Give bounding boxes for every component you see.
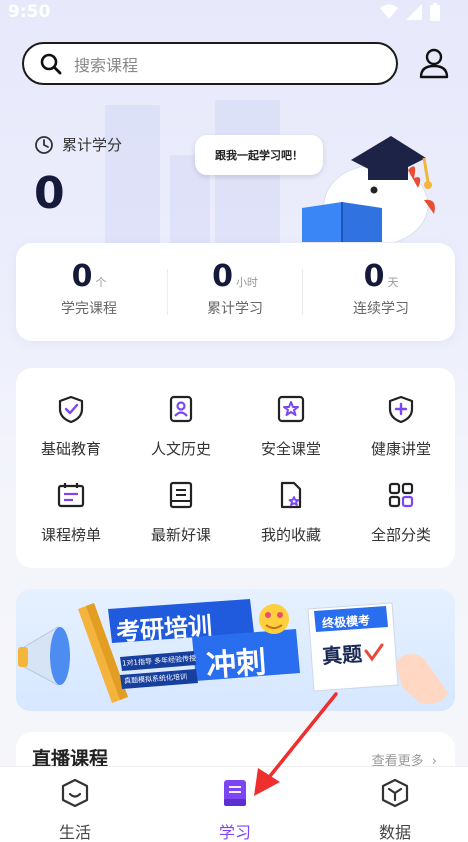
star-square-icon <box>277 395 305 423</box>
book-icon <box>224 780 246 806</box>
category-label: 我的收藏 <box>260 526 321 544</box>
stat-unit: 个 <box>95 276 107 289</box>
status-icons <box>380 3 440 21</box>
grid-icon <box>388 482 414 508</box>
search-placeholder: 搜索课程 <box>74 55 139 75</box>
category-label: 课程榜单 <box>40 526 101 544</box>
banner-title-main: 考研培训 <box>115 611 214 647</box>
stat-value: 0 <box>363 259 385 294</box>
credit-value: 0 <box>34 168 65 219</box>
category-safety-class[interactable]: 安全课堂 <box>236 394 346 459</box>
bottom-nav: 生活 学习 数据 <box>0 766 468 842</box>
search-icon <box>40 53 62 74</box>
stat-label: 连续学习 <box>353 301 409 317</box>
banner-card-top: 终极模考 <box>321 613 371 631</box>
stat-study-hours[interactable]: 0 小时 累计学习 <box>162 259 308 318</box>
smile-icon <box>61 778 89 808</box>
stat-label: 累计学习 <box>207 301 263 317</box>
category-label: 最新好课 <box>150 526 211 544</box>
stat-completed-courses[interactable]: 0个 学完课程 <box>16 259 162 318</box>
search-input[interactable]: 搜索课程 <box>22 42 398 85</box>
clock-icon <box>35 135 53 154</box>
shield-check-icon <box>58 395 84 424</box>
category-basic-education[interactable]: 基础教育 <box>16 394 126 459</box>
nav-tab-study[interactable]: 学习 <box>175 777 295 842</box>
nav-tab-label: 数据 <box>378 823 411 842</box>
doc-star-icon <box>280 481 302 509</box>
credit-label-row: 累计学分 <box>34 134 122 155</box>
category-my-favorites[interactable]: 我的收藏 <box>236 480 346 545</box>
nav-tab-life[interactable]: 生活 <box>15 777 135 842</box>
category-label: 安全课堂 <box>260 440 321 458</box>
category-health-lecture[interactable]: 健康讲堂 <box>346 394 456 459</box>
category-course-ranking[interactable]: 课程榜单 <box>16 480 126 545</box>
shield-plus-icon <box>388 395 414 424</box>
status-time: 9:50 <box>8 2 51 22</box>
profile-icon[interactable] <box>418 46 450 80</box>
category-all[interactable]: 全部分类 <box>346 480 456 545</box>
banner-card-main: 真题 <box>321 641 363 669</box>
category-label: 全部分类 <box>370 526 431 544</box>
status-bar: 9:50 <box>0 0 468 26</box>
signal-icon <box>406 4 422 20</box>
nav-tab-label: 生活 <box>58 823 91 842</box>
speech-bubble-text: 跟我一起学习吧！ <box>215 149 303 162</box>
calendar-list-icon <box>57 483 85 508</box>
stat-unit: 小时 <box>235 276 258 289</box>
stat-value: 0 <box>212 259 233 294</box>
cube-icon <box>381 778 409 808</box>
book-icon <box>169 481 193 509</box>
category-label: 人文历史 <box>150 440 211 458</box>
stat-value: 0 <box>71 259 93 294</box>
category-new-courses[interactable]: 最新好课 <box>126 480 236 545</box>
stat-streak-days[interactable]: 0天 连续学习 <box>308 259 454 318</box>
nav-tab-label: 学习 <box>218 823 251 842</box>
background-building <box>105 105 160 245</box>
banner-title-sub: 冲刺 <box>205 644 268 685</box>
promo-banner[interactable]: 考研培训 冲刺 1对1指导 多年经验传授 真题模拟系统化培训 终极模考 真题 <box>16 589 455 711</box>
portrait-icon <box>169 395 193 423</box>
stat-unit: 天 <box>387 276 399 289</box>
credit-label: 累计学分 <box>62 136 123 154</box>
stat-divider <box>302 269 303 315</box>
category-label: 基础教育 <box>40 440 101 458</box>
stat-label: 学完课程 <box>61 301 117 317</box>
category-humanities-history[interactable]: 人文历史 <box>126 394 236 459</box>
stats-card: 0个 学完课程 0 小时 累计学习 0天 连续学习 <box>16 243 455 341</box>
nav-tab-data[interactable]: 数据 <box>335 777 455 842</box>
category-grid: 基础教育 人文历史 安全课堂 健康讲堂 课程榜单 最新好课 我的收藏 全部分类 <box>16 368 455 568</box>
wifi-icon <box>380 4 398 19</box>
category-label: 健康讲堂 <box>370 440 431 458</box>
mascot-illustration <box>302 136 435 242</box>
battery-icon <box>430 3 440 21</box>
